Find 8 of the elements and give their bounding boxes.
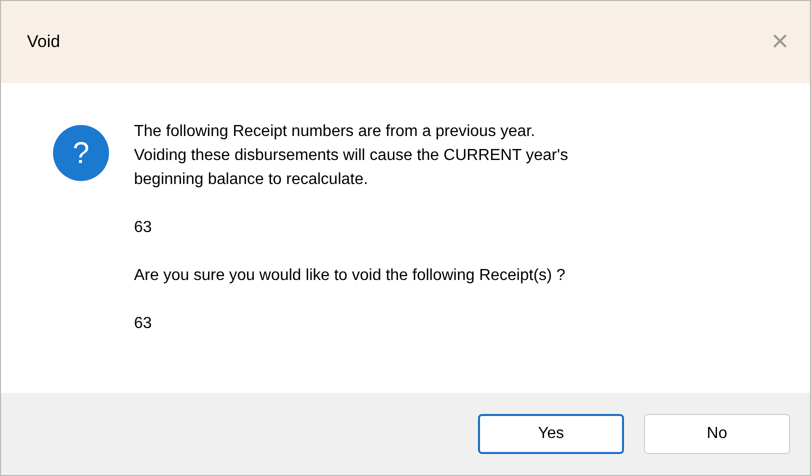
message-text: The following Receipt numbers are from a previous year. Voiding these disbursements will cause the CURRENT year's beginning balance to recalculate. (134, 122, 568, 190)
dialog-button[interactable]: Yes (478, 414, 624, 454)
question-icon: ? (53, 125, 109, 181)
question-text: Are you sure you would like to void the following Receipt(s) ? (134, 266, 566, 286)
receipt-number: 63 (134, 218, 153, 238)
window-title: Void (27, 31, 60, 54)
dialog-button[interactable]: No (644, 414, 790, 454)
receipt-number: 63 (134, 314, 153, 334)
